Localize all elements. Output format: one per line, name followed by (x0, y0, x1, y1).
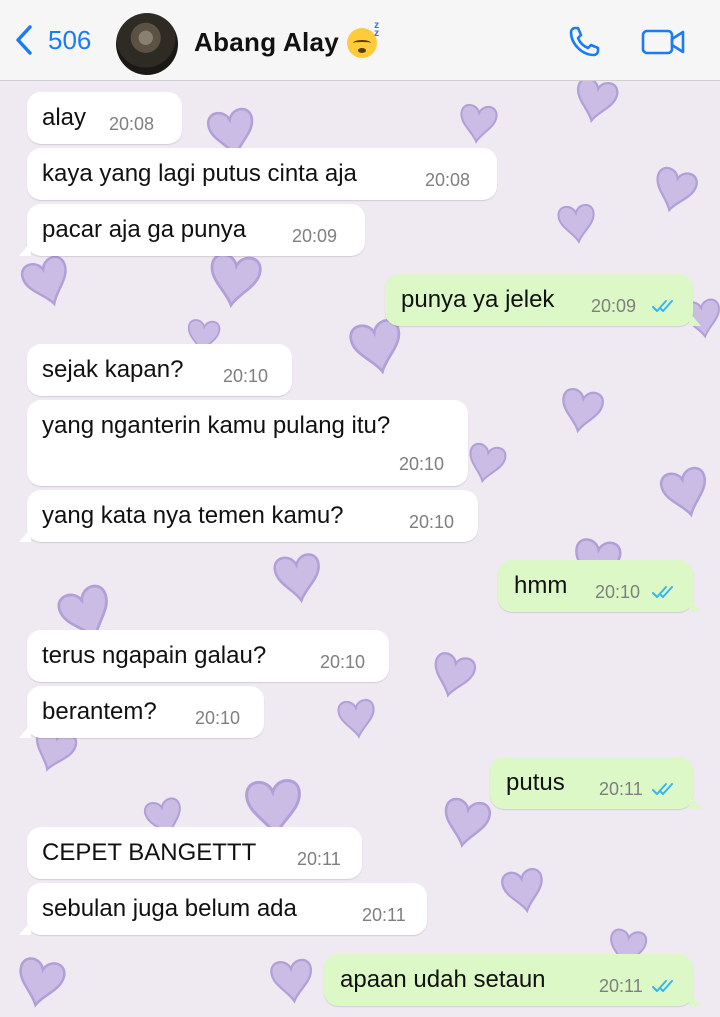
sleeping-face-icon: zz (347, 20, 379, 58)
message-text: CEPET BANGETTT (42, 839, 257, 866)
message-bubble-outgoing[interactable]: punya ya jelek 20:09 (385, 274, 701, 326)
message-bubble-outgoing[interactable]: putus 20:11 (490, 757, 701, 809)
message-time: 20:11 (599, 976, 643, 996)
message-text: punya ya jelek (401, 286, 555, 313)
voice-call-button[interactable] (566, 24, 602, 65)
message-text: pacar aja ga punya (42, 216, 247, 243)
contact-name: Abang Alay (194, 27, 340, 57)
message-bubble-incoming[interactable]: terus ngapain galau? 20:10 (27, 630, 389, 682)
message-time: 20:11 (362, 905, 406, 925)
message-text: sebulan juga belum ada (42, 895, 297, 922)
message-bubble-incoming[interactable]: berantem? 20:10 (19, 686, 264, 738)
message-time: 20:10 (223, 366, 269, 386)
message-text: terus ngapain galau? (42, 642, 267, 669)
message-text: alay (42, 104, 87, 131)
contact-avatar[interactable] (116, 13, 178, 75)
read-ticks-icon (652, 586, 673, 598)
read-ticks-icon (652, 980, 673, 992)
video-call-button[interactable] (640, 24, 686, 65)
message-text: sejak kapan? (42, 356, 184, 383)
message-bubble-incoming[interactable]: CEPET BANGETTT 20:11 (27, 827, 362, 879)
message-time: 20:09 (292, 226, 338, 246)
message-time: 20:11 (599, 779, 643, 799)
back-button[interactable]: 506 (14, 24, 91, 56)
message-time: 20:10 (399, 454, 445, 474)
video-camera-icon (641, 29, 685, 55)
contact-info[interactable]: Abang Alay zz (194, 20, 379, 58)
message-bubble-incoming[interactable]: alay 20:08 (27, 92, 182, 144)
chat-header: 506 Abang Alay zz (0, 0, 720, 81)
message-time: 20:08 (425, 170, 471, 190)
message-bubble-outgoing[interactable]: hmm 20:10 (498, 560, 701, 612)
message-text: putus (506, 769, 565, 796)
message-bubble-incoming[interactable]: sebulan juga belum ada 20:11 (19, 883, 427, 935)
message-bubble-outgoing[interactable]: apaan udah setaun 20:11 (324, 954, 701, 1006)
bubble-tail (19, 724, 31, 738)
bubble-tail (689, 312, 701, 326)
message-time: 20:11 (297, 849, 341, 869)
bubble-tail (689, 992, 701, 1006)
message-time: 20:10 (195, 708, 241, 728)
bubble-tail (689, 795, 701, 809)
message-text: apaan udah setaun (340, 966, 546, 993)
message-time: 20:09 (591, 296, 637, 316)
message-text: kaya yang lagi putus cinta aja (42, 160, 357, 187)
message-text: hmm (514, 572, 568, 599)
bubble-tail (19, 242, 31, 256)
message-time: 20:10 (320, 652, 366, 672)
message-bubble-incoming[interactable]: kaya yang lagi putus cinta aja 20:08 (27, 148, 497, 200)
chevron-left-icon (16, 25, 32, 55)
bubble-tail (689, 598, 701, 612)
message-time: 20:08 (109, 114, 155, 134)
read-ticks-icon (652, 300, 673, 312)
message-text: yang kata nya temen kamu? (42, 502, 344, 529)
message-time: 20:10 (595, 582, 641, 602)
message-text: yang nganterin kamu pulang itu? (42, 412, 391, 439)
unread-count: 506 (48, 24, 92, 55)
message-bubble-incoming[interactable]: yang kata nya temen kamu? 20:10 (19, 490, 478, 542)
read-ticks-icon (652, 783, 673, 795)
bubble-tail (19, 921, 31, 935)
message-text: berantem? (42, 698, 157, 725)
message-list[interactable]: alay 20:08 kaya yang lagi putus cinta aj… (0, 81, 720, 1017)
message-bubble-incoming[interactable]: sejak kapan? 20:10 (27, 344, 292, 396)
bubble-tail (19, 528, 31, 542)
message-time: 20:10 (409, 512, 455, 532)
message-bubble-incoming[interactable]: yang nganterin kamu pulang itu? 20:10 (27, 400, 468, 486)
phone-icon (569, 26, 600, 57)
message-bubble-incoming[interactable]: pacar aja ga punya 20:09 (19, 204, 365, 256)
